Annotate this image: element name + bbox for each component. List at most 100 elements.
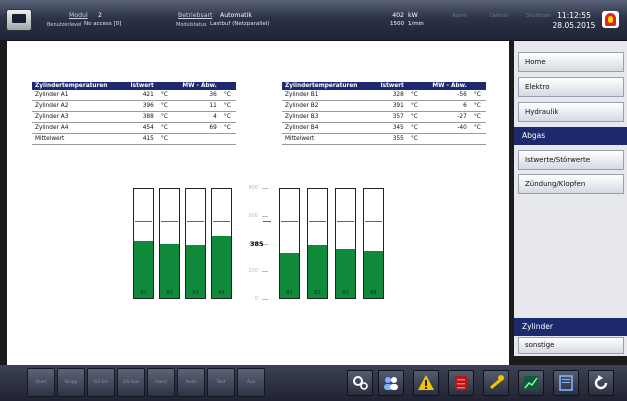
alarm-list-icon <box>455 376 467 390</box>
cell-value: 391 <box>372 100 407 112</box>
cell-name: Zylinder A4 <box>32 122 123 134</box>
warning-icon <box>418 375 434 390</box>
footer-key-hand[interactable]: Hand <box>147 368 175 397</box>
screen-icon[interactable] <box>6 9 32 31</box>
nav-sonstige[interactable]: sonstige <box>518 337 624 354</box>
footer-key-gs-ein[interactable]: GS Ein <box>87 368 115 397</box>
scale-label: 600 <box>248 213 258 219</box>
nav-abgas[interactable]: Abgas <box>514 127 627 145</box>
table-row: Mittelwert 415 °C <box>32 133 236 145</box>
footer-key-gs-aus[interactable]: GS Aus <box>117 368 145 397</box>
table-row: Zylinder A3 388 °C 4 °C <box>32 111 236 123</box>
footer-key-start[interactable]: Start <box>27 368 55 397</box>
nav-elektro[interactable]: Elektro <box>518 77 624 97</box>
users-icon <box>384 377 398 390</box>
wrench-button[interactable] <box>483 370 509 396</box>
limit-mark <box>281 221 298 222</box>
footer-key-auto[interactable]: Auto <box>177 368 205 397</box>
trend-chart-button[interactable] <box>518 370 544 396</box>
nav-home[interactable]: Home <box>518 52 624 72</box>
cell-value: 357 <box>372 111 407 123</box>
cell-deviation-unit <box>219 133 236 145</box>
bar-label: B3 <box>342 290 349 296</box>
cell-name: Zylinder B4 <box>282 122 373 134</box>
cell-deviation: -56 <box>422 90 470 101</box>
back-button[interactable] <box>588 370 614 396</box>
users-button[interactable] <box>378 370 404 396</box>
table-row: Zylinder A2 396 °C 11 °C <box>32 100 236 112</box>
cell-name: Zylinder A2 <box>32 100 123 112</box>
cell-deviation-unit: °C <box>469 111 486 123</box>
speed-unit: 1/min <box>408 21 424 27</box>
temperature-bar: B1 <box>279 188 300 299</box>
table-row: Zylinder B2 391 °C 6 °C <box>282 100 486 112</box>
cell-unit: °C <box>406 111 423 123</box>
scale-tick <box>262 271 268 272</box>
power-value: 402 <box>392 12 404 19</box>
nav-istwerte-stoerwerte[interactable]: Istwerte/Störwerte <box>518 150 624 170</box>
cell-unit: °C <box>406 133 423 145</box>
temperature-bar: A4 <box>211 188 232 299</box>
settings-button[interactable] <box>347 370 373 396</box>
temperature-bar: A1 <box>133 188 154 299</box>
cell-unit: °C <box>406 90 423 101</box>
scale-tick <box>262 216 268 217</box>
alarm-list-button[interactable] <box>448 370 474 396</box>
cell-deviation: 6 <box>422 100 470 112</box>
cell-value: 328 <box>372 90 407 101</box>
mode-label: Betriebsart <box>178 12 213 19</box>
settings-icon <box>353 376 368 390</box>
scale-label: 200 <box>248 268 258 274</box>
cell-deviation: 4 <box>172 111 220 123</box>
cell-unit: °C <box>156 122 173 134</box>
cell-value: 345 <box>372 122 407 134</box>
table-row: Zylinder A4 454 °C 69 °C <box>32 122 236 134</box>
bar-label: B1 <box>286 290 293 296</box>
speed-value: 1500 <box>390 21 404 27</box>
cell-value: 355 <box>372 133 407 145</box>
bar-label: B2 <box>314 290 321 296</box>
table-row: Zylinder B3 357 °C -27 °C <box>282 111 486 123</box>
col-header-name: Zylindertemperaturen <box>32 82 123 90</box>
cell-unit: °C <box>156 90 173 101</box>
cell-unit: °C <box>156 100 173 112</box>
temperature-bar: B4 <box>363 188 384 299</box>
limit-mark <box>213 221 230 222</box>
cell-deviation: 69 <box>172 122 220 134</box>
table-row: Zylinder B1 328 °C -56 °C <box>282 90 486 101</box>
document-button[interactable] <box>553 370 579 396</box>
temperature-bar: B3 <box>335 188 356 299</box>
cylinder-table-b: Zylindertemperaturen Istwert MW - Abw. Z… <box>282 82 486 145</box>
document-icon <box>559 375 573 391</box>
module-status-value: Lastbuf (Netzparallel) <box>210 21 270 27</box>
temperature-bar: A2 <box>159 188 180 299</box>
cell-name: Zylinder B3 <box>282 111 373 123</box>
cell-name: Zylinder A3 <box>32 111 123 123</box>
bar-label: B4 <box>370 290 377 296</box>
cell-deviation <box>422 133 470 145</box>
col-header-value: Istwert <box>122 82 157 90</box>
scale-label: 800 <box>248 185 258 191</box>
scale-label: 0 <box>254 296 258 302</box>
nav-zuendung-klopfen[interactable]: Zündung/Klopfen <box>518 174 624 194</box>
cell-deviation-unit: °C <box>469 100 486 112</box>
warning-button[interactable] <box>413 370 439 396</box>
cell-deviation <box>172 133 220 145</box>
cell-deviation-unit: °C <box>219 90 236 101</box>
wrench-icon <box>489 375 504 390</box>
col-header-deviation: MW - Abw. <box>422 82 470 90</box>
alarm-indicator: Alarm <box>452 13 467 19</box>
nav-hydraulik[interactable]: Hydraulik <box>518 102 624 122</box>
col-header-deviation: MW - Abw. <box>172 82 220 90</box>
nav-zylinder[interactable]: Zylinder <box>514 318 627 336</box>
mode-value: Automatik <box>220 12 252 19</box>
footer-key-stopp[interactable]: Stopp <box>57 368 85 397</box>
bar-fill <box>212 236 231 298</box>
cell-value: 454 <box>122 122 157 134</box>
bar-label: A1 <box>140 290 147 296</box>
limit-mark <box>309 221 326 222</box>
footer-key-aus[interactable]: Aus <box>237 368 265 397</box>
brand-logo-icon <box>602 11 619 28</box>
footer-key-test[interactable]: Test <box>207 368 235 397</box>
cell-name: Mittelwert <box>282 133 373 145</box>
